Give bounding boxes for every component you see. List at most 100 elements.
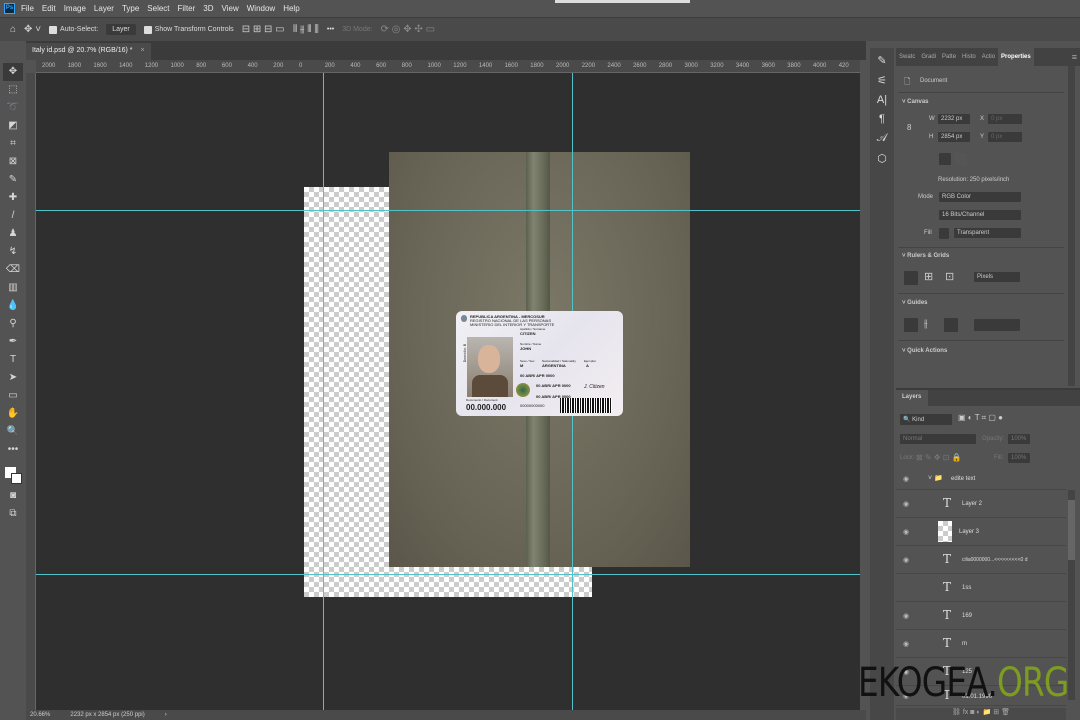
home-icon[interactable]: ⌂ (10, 24, 16, 35)
eye-icon[interactable]: ◉ (903, 475, 909, 483)
healing-tool-icon[interactable]: ✚ (9, 189, 17, 207)
path-select-icon[interactable]: ➤ (9, 369, 17, 387)
color-swatches[interactable] (3, 463, 23, 487)
zoom-tool-icon[interactable]: 🔍 (7, 423, 19, 441)
status-menu-arrow[interactable]: › (165, 712, 167, 718)
tab-history[interactable]: Histo (959, 54, 979, 60)
more-tools-icon[interactable]: ••• (8, 441, 19, 459)
layer-filter-icons[interactable]: ▣ ◐ T ⌗ ▢ ● (958, 413, 1003, 423)
3d-icon[interactable]: ⬡ (877, 152, 887, 165)
canvas-area[interactable]: REPUBLICA ARGENTINA - MERCOSUR REGISTRO … (36, 73, 860, 710)
panel-menu-icon[interactable]: ≡ (1069, 52, 1080, 62)
layer-row[interactable]: ◉ T Layer 2 (896, 490, 1066, 518)
fill-color-swatch[interactable] (939, 228, 949, 239)
quick-actions-section-title[interactable]: ˅ Quick Actions (902, 348, 947, 354)
layer-row[interactable]: ◉ Layer 3 (896, 518, 1066, 546)
blur-tool-icon[interactable]: 💧 (7, 297, 19, 315)
move-tool-icon[interactable]: ✥ ˅ (24, 24, 41, 35)
guide-vertical[interactable] (323, 73, 324, 710)
rulers-grids-section-title[interactable]: ˅ Rulers & Grids (902, 253, 949, 259)
tab-patterns[interactable]: Patte (939, 54, 959, 60)
history-brush-icon[interactable]: ↯ (9, 243, 17, 261)
layer-row[interactable]: ◉ T 169 (896, 602, 1066, 630)
width-input[interactable]: 2232 px (938, 114, 970, 124)
menu-type[interactable]: Type (122, 4, 139, 13)
layers-tab[interactable]: Layers (896, 390, 928, 406)
filter-kind-dropdown[interactable]: 🔍 Kind (900, 414, 952, 425)
crop-tool-icon[interactable]: ⌗ (10, 135, 16, 153)
zoom-level[interactable]: 20.66% (30, 712, 50, 718)
align-icons[interactable]: ⊟ ⊞ ⊟ ▭ ⫴ ⫵ ⫴ ⫼ (242, 24, 319, 35)
layer-row[interactable]: ◉ Tcilia0000000...<<<<<<<<<0 d (896, 546, 1066, 574)
object-select-tool-icon[interactable]: ◩ (8, 117, 17, 135)
landscape-orientation-button[interactable] (955, 153, 967, 165)
eyedropper-tool-icon[interactable]: ✎ (9, 171, 17, 189)
eye-hidden-icon[interactable]: ▫ (903, 584, 905, 591)
grid-icon[interactable]: ⊞ (924, 270, 933, 283)
lock-guides-icon[interactable]: ⫲ (924, 318, 928, 331)
menu-help[interactable]: Help (283, 4, 299, 13)
lock-icons[interactable]: ⊠ ✎ ✥ ⊡ 🔒 (916, 453, 962, 462)
opacity-input[interactable]: 100% (1008, 434, 1030, 444)
show-guides-icon[interactable] (904, 318, 918, 332)
menu-select[interactable]: Select (147, 4, 169, 13)
tab-properties[interactable]: Properties (998, 48, 1034, 66)
height-input[interactable]: 2854 px (938, 132, 970, 142)
mode-dropdown[interactable]: RGB Color (939, 192, 1021, 202)
menu-layer[interactable]: Layer (94, 4, 114, 13)
guide-style-dropdown[interactable] (974, 319, 1020, 331)
menu-file[interactable]: File (21, 4, 34, 13)
character-icon[interactable]: A| (877, 94, 887, 106)
menu-window[interactable]: Window (247, 4, 275, 13)
link-icon[interactable]: 8 (907, 123, 911, 132)
lasso-tool-icon[interactable]: ➰ (7, 99, 19, 117)
type-tool-icon[interactable]: T (10, 351, 16, 369)
guides-section-title[interactable]: ˅ Guides (902, 300, 928, 306)
eye-icon[interactable]: ◉ (903, 612, 909, 620)
screen-mode-icon[interactable]: ⧉ (9, 505, 16, 523)
quick-mask-icon[interactable]: ◙ (10, 487, 16, 505)
layer-row[interactable]: ◉ Tm (896, 630, 1066, 658)
eraser-tool-icon[interactable]: ⌫ (6, 261, 20, 279)
properties-scrollbar[interactable] (1068, 66, 1075, 386)
y-input[interactable]: 0 px (988, 132, 1022, 142)
glyphs-icon[interactable]: 𝒜 (877, 132, 887, 145)
menu-image[interactable]: Image (64, 4, 86, 13)
marquee-tool-icon[interactable]: ⬚ (8, 81, 17, 99)
close-tab-icon[interactable]: × (140, 47, 144, 54)
guide-horizontal[interactable] (36, 210, 860, 211)
move-tool-icon[interactable]: ✥ (3, 63, 23, 81)
stamp-tool-icon[interactable]: ♟ (9, 225, 18, 243)
smart-guides-icon[interactable] (944, 318, 958, 332)
brush-tool-icon[interactable]: / (12, 207, 15, 225)
hand-tool-icon[interactable]: ✋ (7, 405, 19, 423)
menu-filter[interactable]: Filter (178, 4, 196, 13)
guide-horizontal[interactable] (36, 574, 860, 575)
gradient-tool-icon[interactable]: ▥ (8, 279, 17, 297)
frame-tool-icon[interactable]: ⊠ (9, 153, 17, 171)
blend-mode-dropdown[interactable]: Normal (900, 434, 976, 444)
menu-view[interactable]: View (222, 4, 239, 13)
brush-settings-icon[interactable]: ✎ (877, 54, 886, 67)
eye-icon[interactable]: ◉ (903, 528, 909, 536)
3d-tools-icons[interactable]: ⟳ ◎ ✥ ✣ ▭ (381, 24, 435, 35)
menu-3d[interactable]: 3D (203, 4, 213, 13)
eye-icon[interactable]: ◉ (903, 500, 909, 508)
layer-row[interactable]: ▫ T 1ss (896, 574, 1066, 602)
canvas-section-title[interactable]: ˅ Canvas (902, 99, 929, 105)
fill-input[interactable]: 100% (1008, 453, 1030, 463)
rectangle-tool-icon[interactable]: ▭ (8, 387, 17, 405)
units-dropdown[interactable]: Pixels (974, 272, 1020, 282)
bit-depth-dropdown[interactable]: 16 Bits/Channel (939, 210, 1021, 220)
paragraph-icon[interactable]: ¶ (879, 113, 885, 125)
layers-footer-icons[interactable]: ⛓ fx ◙ ◐ 📁 ⊞ 🗑 (896, 708, 1066, 720)
brushes-icon[interactable]: ⚟ (877, 74, 887, 87)
show-transform-checkbox[interactable]: Show Transform Controls (143, 25, 234, 34)
eye-icon[interactable]: ◉ (903, 640, 909, 648)
tab-swatches[interactable]: Swatc (896, 54, 918, 60)
portrait-orientation-button[interactable] (939, 153, 951, 165)
auto-select-checkbox[interactable]: Auto-Select: (49, 25, 98, 34)
x-input[interactable]: 0 px (988, 114, 1022, 124)
document-tab[interactable]: Italy id.psd @ 20.7% (RGB/16) * × (26, 43, 151, 60)
layer-select-dropdown[interactable]: Layer (106, 24, 136, 35)
